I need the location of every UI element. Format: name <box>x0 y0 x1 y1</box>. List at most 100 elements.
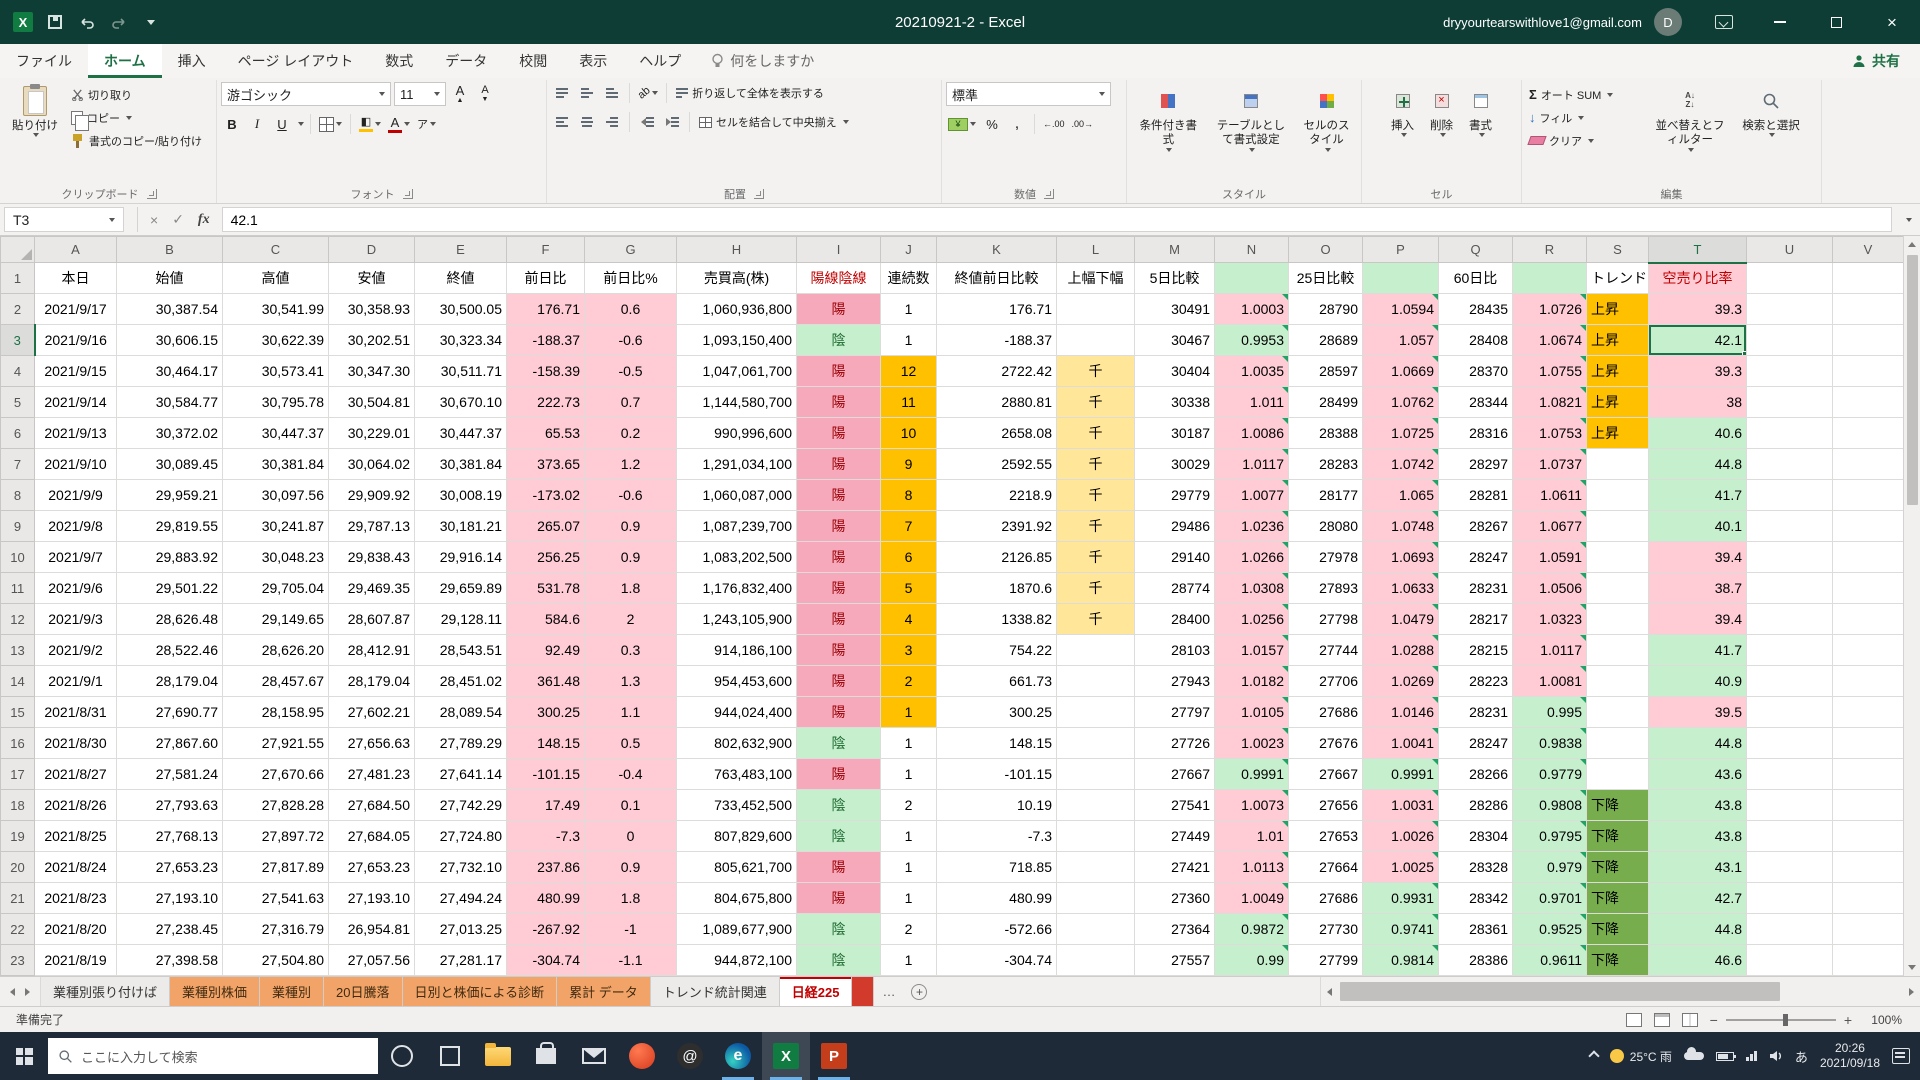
cell-I12[interactable]: 陽 <box>797 604 881 635</box>
zoom-in-button[interactable]: + <box>1844 1012 1852 1028</box>
cell-V9[interactable] <box>1833 511 1904 542</box>
cell-H14[interactable]: 954,453,600 <box>677 666 797 697</box>
onedrive-cloud-icon[interactable] <box>1684 1052 1704 1060</box>
cell-A11[interactable]: 2021/9/6 <box>35 573 117 604</box>
cell-O6[interactable]: 28388 <box>1289 418 1363 449</box>
cell-P12[interactable]: 1.0479 <box>1363 604 1439 635</box>
cell-E19[interactable]: 27,724.80 <box>415 821 507 852</box>
cell-D5[interactable]: 30,504.81 <box>329 387 415 418</box>
number-dialog-launcher[interactable] <box>1044 189 1054 199</box>
cell-V11[interactable] <box>1833 573 1904 604</box>
sheet-tab-stub[interactable] <box>852 977 874 1006</box>
row-header-8[interactable]: 8 <box>1 480 35 511</box>
cell-B15[interactable]: 27,690.77 <box>117 697 223 728</box>
sheet-tab-業種別[interactable]: 業種別 <box>260 977 324 1006</box>
excel-app-icon[interactable]: X <box>10 9 36 35</box>
cell-V10[interactable] <box>1833 542 1904 573</box>
cell-G5[interactable]: 0.7 <box>585 387 677 418</box>
cell-P20[interactable]: 1.0025 <box>1363 852 1439 883</box>
sheet-tab-日経225[interactable]: 日経225 <box>780 977 853 1006</box>
cell-G2[interactable]: 0.6 <box>585 294 677 325</box>
cell-P4[interactable]: 1.0669 <box>1363 356 1439 387</box>
cell-R18[interactable]: 0.9808 <box>1513 790 1587 821</box>
align-top-button[interactable] <box>551 82 573 104</box>
cortana-button[interactable] <box>378 1032 426 1080</box>
row-header-16[interactable]: 16 <box>1 728 35 759</box>
cell-I1[interactable]: 陽線陰線 <box>797 263 881 294</box>
cell-Q16[interactable]: 28247 <box>1439 728 1513 759</box>
cell-K6[interactable]: 2658.08 <box>937 418 1057 449</box>
volume-icon[interactable] <box>1769 1050 1783 1062</box>
powerpoint-taskbar-button[interactable]: P <box>810 1032 858 1080</box>
action-center-icon[interactable] <box>1892 1048 1910 1064</box>
cell-O17[interactable]: 27667 <box>1289 759 1363 790</box>
cell-O14[interactable]: 27706 <box>1289 666 1363 697</box>
cell-B9[interactable]: 29,819.55 <box>117 511 223 542</box>
cell-G19[interactable]: 0 <box>585 821 677 852</box>
cell-P8[interactable]: 1.065 <box>1363 480 1439 511</box>
cell-T6[interactable]: 40.6 <box>1649 418 1747 449</box>
cell-F20[interactable]: 237.86 <box>507 852 585 883</box>
cell-C9[interactable]: 30,241.87 <box>223 511 329 542</box>
cell-L8[interactable]: 千 <box>1057 480 1135 511</box>
zoom-slider-thumb[interactable] <box>1783 1014 1788 1026</box>
cell-C16[interactable]: 27,921.55 <box>223 728 329 759</box>
column-header-R[interactable]: R <box>1513 237 1587 263</box>
cell-F1[interactable]: 前日比 <box>507 263 585 294</box>
cell-C17[interactable]: 27,670.66 <box>223 759 329 790</box>
autosum-button[interactable]: Σオート SUM <box>1526 84 1644 105</box>
cell-G18[interactable]: 0.1 <box>585 790 677 821</box>
cell-J19[interactable]: 1 <box>881 821 937 852</box>
cell-A5[interactable]: 2021/9/14 <box>35 387 117 418</box>
cell-H7[interactable]: 1,291,034,100 <box>677 449 797 480</box>
email-app-button[interactable]: @ <box>666 1032 714 1080</box>
cell-C19[interactable]: 27,897.72 <box>223 821 329 852</box>
cell-S5[interactable]: 上昇 <box>1587 387 1649 418</box>
cell-F18[interactable]: 17.49 <box>507 790 585 821</box>
tab-挿入[interactable]: 挿入 <box>162 44 222 78</box>
cell-N15[interactable]: 1.0105 <box>1215 697 1289 728</box>
cell-U2[interactable] <box>1747 294 1833 325</box>
start-button[interactable] <box>0 1032 48 1080</box>
cell-U20[interactable] <box>1747 852 1833 883</box>
cell-O3[interactable]: 28689 <box>1289 325 1363 356</box>
cell-D6[interactable]: 30,229.01 <box>329 418 415 449</box>
sheet-nav-right-arrow[interactable] <box>25 988 30 996</box>
cell-O12[interactable]: 27798 <box>1289 604 1363 635</box>
cell-P3[interactable]: 1.057 <box>1363 325 1439 356</box>
cell-D20[interactable]: 27,653.23 <box>329 852 415 883</box>
minimize-button[interactable] <box>1752 0 1808 44</box>
cell-L14[interactable] <box>1057 666 1135 697</box>
cell-L2[interactable] <box>1057 294 1135 325</box>
cell-Q7[interactable]: 28297 <box>1439 449 1513 480</box>
cell-F15[interactable]: 300.25 <box>507 697 585 728</box>
cell-C20[interactable]: 27,817.89 <box>223 852 329 883</box>
cell-A13[interactable]: 2021/9/2 <box>35 635 117 666</box>
cell-Q5[interactable]: 28344 <box>1439 387 1513 418</box>
cell-V20[interactable] <box>1833 852 1904 883</box>
row-header-4[interactable]: 4 <box>1 356 35 387</box>
cell-O11[interactable]: 27893 <box>1289 573 1363 604</box>
cell-A17[interactable]: 2021/8/27 <box>35 759 117 790</box>
cell-M6[interactable]: 30187 <box>1135 418 1215 449</box>
cell-V12[interactable] <box>1833 604 1904 635</box>
cell-R4[interactable]: 1.0755 <box>1513 356 1587 387</box>
font-name-select[interactable]: 游ゴシック <box>221 82 391 106</box>
cell-M16[interactable]: 27726 <box>1135 728 1215 759</box>
cell-M7[interactable]: 30029 <box>1135 449 1215 480</box>
zoom-level[interactable]: 100% <box>1864 1013 1902 1027</box>
cell-K21[interactable]: 480.99 <box>937 883 1057 914</box>
cell-V5[interactable] <box>1833 387 1904 418</box>
cell-R6[interactable]: 1.0753 <box>1513 418 1587 449</box>
decrease-font-button[interactable]: A▼ <box>474 83 496 105</box>
column-header-V[interactable]: V <box>1833 237 1904 263</box>
fill-button[interactable]: ↓フィル <box>1526 107 1644 128</box>
cell-E1[interactable]: 終値 <box>415 263 507 294</box>
cell-G7[interactable]: 1.2 <box>585 449 677 480</box>
cell-K13[interactable]: 754.22 <box>937 635 1057 666</box>
cell-U19[interactable] <box>1747 821 1833 852</box>
cell-G15[interactable]: 1.1 <box>585 697 677 728</box>
cell-F19[interactable]: -7.3 <box>507 821 585 852</box>
cell-S20[interactable]: 下降 <box>1587 852 1649 883</box>
cell-V18[interactable] <box>1833 790 1904 821</box>
